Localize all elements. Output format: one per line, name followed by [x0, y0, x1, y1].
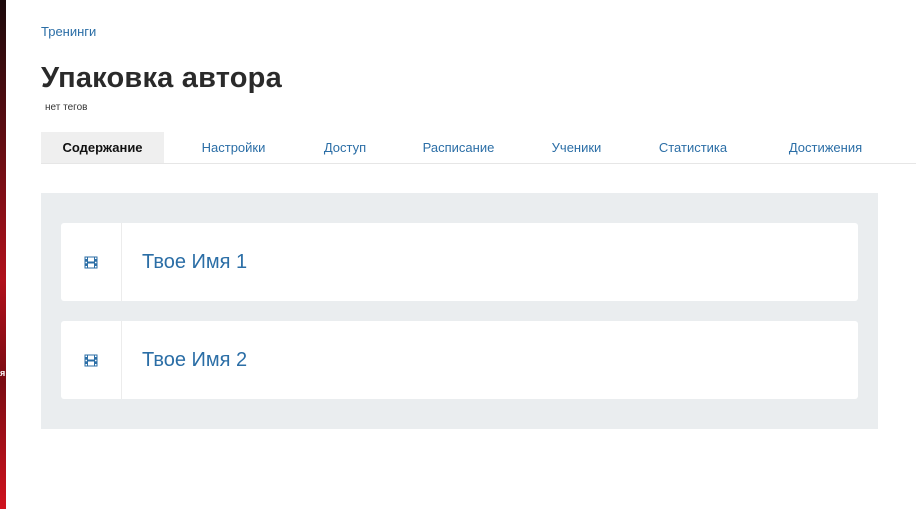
tab-bar: Содержание Настройки Доступ Расписание У…	[41, 132, 916, 164]
lesson-title[interactable]: Твое Имя 2	[122, 321, 858, 399]
breadcrumb-trainings-link[interactable]: Тренинги	[41, 24, 96, 39]
lesson-item[interactable]: Твое Имя 2	[61, 321, 858, 399]
page-title: Упаковка автора	[41, 62, 282, 94]
tab-settings[interactable]: Настройки	[164, 132, 303, 163]
film-icon	[84, 354, 98, 366]
lessons-panel: Твое Имя 1 Твое Имя 2	[41, 193, 878, 429]
tab-access[interactable]: Доступ	[303, 132, 387, 163]
tab-statistics[interactable]: Статистика	[623, 132, 763, 163]
tab-achievements[interactable]: Достижения	[763, 132, 888, 163]
page-content: Тренинги Упаковка автора нет тегов Содер…	[41, 0, 916, 509]
lesson-icon-cell	[61, 223, 122, 301]
background-image-strip	[0, 0, 6, 509]
tags-label: нет тегов	[45, 102, 88, 113]
background-strip-letter: я	[0, 368, 6, 378]
tab-schedule[interactable]: Расписание	[387, 132, 530, 163]
lesson-icon-cell	[61, 321, 122, 399]
tab-content[interactable]: Содержание	[41, 132, 164, 163]
film-icon	[84, 256, 98, 268]
tab-students[interactable]: Ученики	[530, 132, 623, 163]
lesson-item[interactable]: Твое Имя 1	[61, 223, 858, 301]
lesson-title[interactable]: Твое Имя 1	[122, 223, 858, 301]
